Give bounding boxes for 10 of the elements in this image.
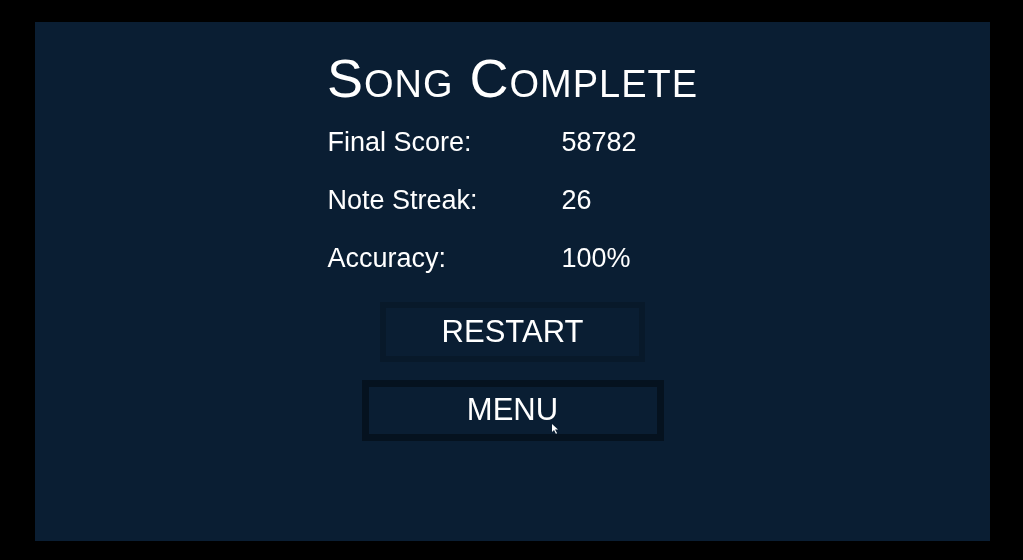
menu-button[interactable]: MENU	[361, 380, 664, 441]
menu-button[interactable]: RESTART	[380, 302, 645, 362]
title: Song Complete	[326, 50, 699, 106]
stat-label: Final Score:	[327, 126, 473, 159]
cursor-icon	[551, 424, 559, 434]
stat-value: 26	[561, 184, 592, 217]
stat-value: 58782	[561, 126, 637, 159]
stat-label: Note Streak:	[327, 184, 479, 217]
stat-value: 100%	[561, 242, 631, 275]
stat-label: Accuracy:	[327, 242, 448, 275]
